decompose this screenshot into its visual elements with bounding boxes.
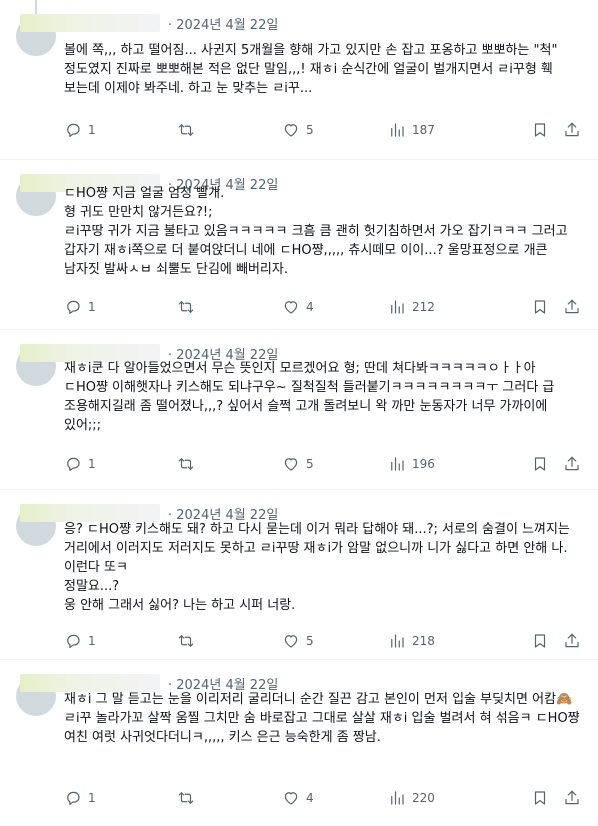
tweet-text: ㄷHO쨩 지금 얼굴 엄청 빨개. 형 귀도 만만치 않거든요?!; ㄹi꾸땅 … <box>64 186 568 277</box>
retweet-icon <box>178 635 194 647</box>
like-button[interactable]: 4 <box>282 298 314 316</box>
views-icon <box>391 791 404 805</box>
retweet-button[interactable] <box>177 455 201 473</box>
retweet-button[interactable] <box>177 121 201 139</box>
like-count: 5 <box>306 457 314 471</box>
tweet-actions: 1 4 212 <box>64 297 582 317</box>
reply-button[interactable]: 1 <box>64 121 96 139</box>
reply-icon <box>67 634 80 648</box>
reply-icon <box>67 791 80 805</box>
bookmark-button[interactable] <box>531 121 549 139</box>
heart-icon <box>284 458 298 471</box>
like-button[interactable]: 5 <box>282 121 314 139</box>
tweet-text: 재ㅎi쿤 다 알아들었으면서 무슨 뜻인지 모르겠어요 형; 딴데 쳐다봐ㅋㅋㅋ… <box>64 361 559 433</box>
author-name-redacted[interactable] <box>20 14 160 32</box>
tweet[interactable]: · 2024년 4월 22일 ㄷHO쨩 지금 얼굴 엄청 빨개. 형 귀도 만만… <box>0 160 598 330</box>
like-button[interactable]: 5 <box>282 455 314 473</box>
tweet-actions: 1 5 196 <box>64 454 582 474</box>
reply-count: 1 <box>88 300 96 314</box>
tweet-actions: 1 4 220 <box>64 788 582 808</box>
views-icon <box>391 300 404 314</box>
bookmark-icon <box>534 457 546 471</box>
tweet-date[interactable]: · 2024년 4월 22일 <box>168 14 278 33</box>
reply-count: 1 <box>88 791 96 805</box>
tweet-text: 응? ㄷHO쨩 키스해도 돼? 하고 다시 묻는데 이거 뭐라 답해야 돼...… <box>64 522 570 613</box>
views-count: 218 <box>412 634 435 648</box>
tweet-actions: 1 5 218 <box>64 631 582 651</box>
reply-button[interactable]: 1 <box>64 789 96 807</box>
heart-icon <box>284 301 298 314</box>
bookmark-icon <box>534 791 546 805</box>
share-button[interactable] <box>563 455 581 473</box>
reply-count: 1 <box>88 457 96 471</box>
tweet[interactable]: · 2024년 4월 22일 재ㅎi 그 말 듣고는 눈을 이리저리 굴리더니 … <box>0 660 598 826</box>
like-count: 4 <box>306 300 314 314</box>
views-icon <box>391 123 404 137</box>
share-button[interactable] <box>563 121 581 139</box>
views-button[interactable]: 212 <box>388 298 435 316</box>
views-button[interactable]: 220 <box>388 789 435 807</box>
reply-icon <box>67 123 80 137</box>
share-icon <box>565 456 579 471</box>
like-count: 5 <box>306 634 314 648</box>
like-count: 4 <box>306 791 314 805</box>
heart-icon <box>284 124 298 137</box>
tweet-feed: · 2024년 4월 22일 볼에 쪽,,, 하고 떨어짐... 사귄지 5개월… <box>0 0 598 826</box>
reply-icon <box>67 457 80 471</box>
retweet-button[interactable] <box>177 789 201 807</box>
bookmark-icon <box>534 634 546 648</box>
retweet-icon <box>178 301 194 313</box>
views-icon <box>391 634 404 648</box>
views-button[interactable]: 187 <box>388 121 435 139</box>
share-icon <box>565 122 579 137</box>
share-button[interactable] <box>563 789 581 807</box>
tweet-text: 볼에 쪽,,, 하고 떨어짐... 사귄지 5개월을 향해 가고 있지만 손 잡… <box>64 43 562 96</box>
bookmark-icon <box>534 123 546 137</box>
retweet-icon <box>178 458 194 470</box>
views-count: 212 <box>412 300 435 314</box>
share-icon <box>565 299 579 314</box>
like-button[interactable]: 5 <box>282 632 314 650</box>
tweet[interactable]: · 2024년 4월 22일 재ㅎi쿤 다 알아들었으면서 무슨 뜻인지 모르겠… <box>0 330 598 490</box>
views-button[interactable]: 196 <box>388 455 435 473</box>
reply-button[interactable]: 1 <box>64 455 96 473</box>
reply-count: 1 <box>88 634 96 648</box>
like-count: 5 <box>306 123 314 137</box>
retweet-icon <box>178 792 194 804</box>
reply-count: 1 <box>88 123 96 137</box>
share-icon <box>565 790 579 805</box>
retweet-button[interactable] <box>177 632 201 650</box>
bookmark-button[interactable] <box>531 298 549 316</box>
reply-button[interactable]: 1 <box>64 298 96 316</box>
bookmark-icon <box>534 300 546 314</box>
reply-icon <box>67 300 80 314</box>
retweet-icon <box>178 124 194 136</box>
views-count: 196 <box>412 457 435 471</box>
bookmark-button[interactable] <box>531 789 549 807</box>
views-icon <box>391 457 404 471</box>
views-count: 220 <box>412 791 435 805</box>
tweet[interactable]: · 2024년 4월 22일 볼에 쪽,,, 하고 떨어짐... 사귄지 5개월… <box>0 0 598 160</box>
bookmark-button[interactable] <box>531 632 549 650</box>
like-button[interactable]: 4 <box>282 789 314 807</box>
tweet-text: 재ㅎi 그 말 듣고는 눈을 이리저리 굴리더니 순간 질끈 감고 본인이 먼저… <box>64 692 584 745</box>
heart-icon <box>284 792 298 805</box>
views-button[interactable]: 218 <box>388 632 435 650</box>
share-icon <box>565 633 579 648</box>
retweet-button[interactable] <box>177 298 201 316</box>
bookmark-button[interactable] <box>531 455 549 473</box>
share-button[interactable] <box>563 298 581 316</box>
views-count: 187 <box>412 123 435 137</box>
heart-icon <box>284 635 298 648</box>
reply-button[interactable]: 1 <box>64 632 96 650</box>
share-button[interactable] <box>563 632 581 650</box>
tweet[interactable]: · 2024년 4월 22일 응? ㄷHO쨩 키스해도 돼? 하고 다시 묻는데… <box>0 490 598 660</box>
tweet-actions: 1 5 187 <box>64 120 582 140</box>
